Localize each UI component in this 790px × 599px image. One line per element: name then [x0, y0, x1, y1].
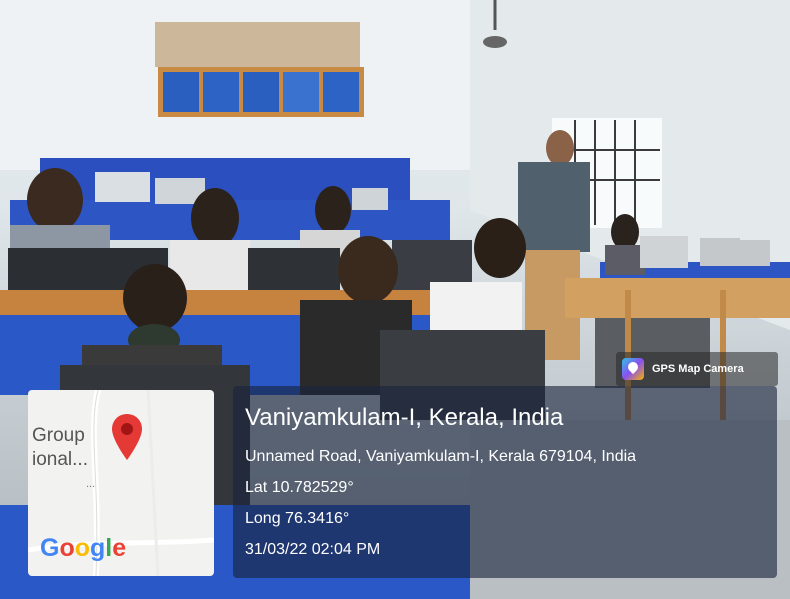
address-line: Unnamed Road, Vaniyamkulam-I, Kerala 679… — [245, 448, 637, 465]
latitude-line: Lat 10.782529° — [245, 479, 354, 496]
location-pin-icon — [112, 414, 142, 460]
app-name: GPS Map Camera — [652, 363, 744, 375]
map-place-label: Group ional... — [32, 424, 88, 472]
map-thumbnail: Group ional... ... Google — [28, 390, 214, 576]
photo-scene: GPS Map Camera Group ional... ... Google … — [0, 0, 790, 599]
datetime-line: 31/03/22 02:04 PM — [245, 541, 381, 558]
google-logo: Google — [40, 534, 127, 562]
gps-camera-logo-icon — [622, 358, 644, 380]
map-place-line1: Group — [32, 425, 85, 446]
gps-map-camera-badge: GPS Map Camera — [616, 352, 778, 386]
map-ellipsis: ... — [86, 478, 96, 490]
longitude-line: Long 76.3416° — [245, 510, 350, 527]
map-place-line2: ional... — [32, 449, 88, 470]
location-title: Vaniyamkulam-I, Kerala, India — [245, 404, 564, 431]
location-info-panel: Vaniyamkulam-I, Kerala, India Unnamed Ro… — [233, 386, 777, 578]
